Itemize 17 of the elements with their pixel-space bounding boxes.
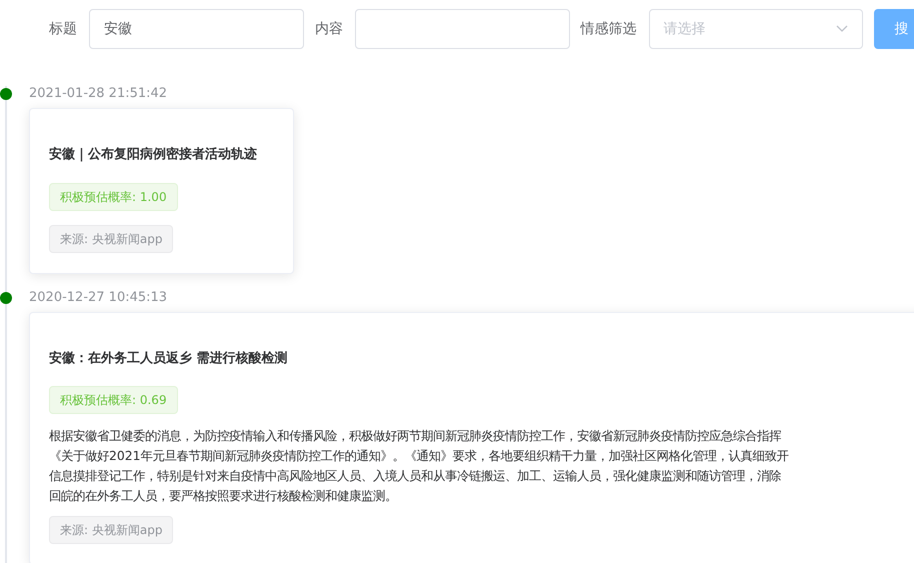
field-label: 内容 <box>314 20 343 38</box>
source-tag: 来源: 央视新闻app <box>49 224 174 252</box>
news-body: 根据安徽省卫健委的消息，为防控疫情输入和传播风险，积极做好两节期间新冠肺炎疫情防控工作，安徽省新冠肺炎疫情防控应急综合指挥 《关于做好2021年元旦春节期间新冠肺炎疫情防控工作的通知》。《通知》要求，各地要组织精干力量，加强社区网格化管理，认真细致开 信息摸排登记工作，特别是针对来自疫情中高风险地区人员、入境人员和从事冷链搬运、加工、运输人员，强化健康监测和随访管理，消除 回皖的在外务工人员，要严格按照要求进行核酸检测和健康监测。 <box>49 427 790 505</box>
text-field[interactable]: 安徽 <box>89 9 304 49</box>
text-field[interactable] <box>354 9 570 49</box>
timestamp: 2021-01-28 21:51:42 <box>29 86 168 102</box>
search-button[interactable]: 搜 <box>874 9 914 49</box>
chevron-down-icon <box>836 25 848 33</box>
news-title: 安徽：在外务工人员返乡 需进行核酸检测 <box>49 350 289 368</box>
news-title: 安徽｜公布复阳病例密接者活动轨迹 <box>49 146 258 164</box>
score-tag: 积极预估概率: 0.69 <box>49 386 178 414</box>
score-tag: 积极预估概率: 1.00 <box>49 182 178 210</box>
field-label: 情感筛选 <box>580 20 636 38</box>
timestamp: 2020-12-27 10:45:13 <box>29 290 168 306</box>
select-field[interactable]: 请选择 <box>648 9 864 49</box>
source-tag: 来源: 央视新闻app <box>49 516 174 544</box>
field-label: 标题 <box>49 20 77 38</box>
